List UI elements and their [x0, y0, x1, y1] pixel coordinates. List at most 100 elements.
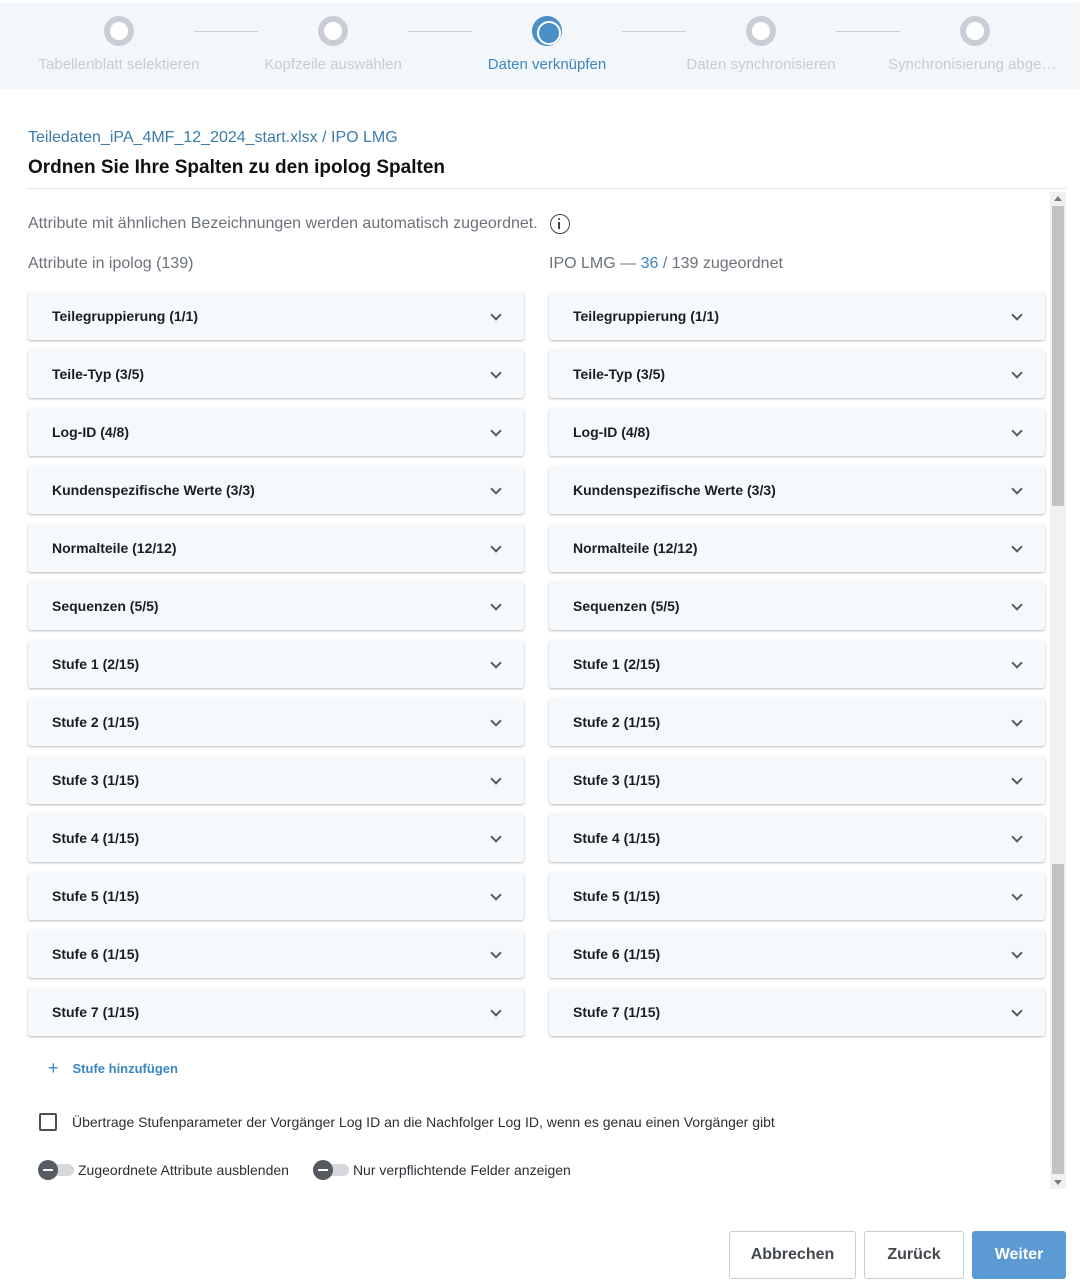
accordion-label: Stufe 5 (1/15) — [52, 888, 140, 904]
accordion-stufe-1[interactable]: Stufe 1 (2/15) — [28, 640, 524, 688]
accordion-stufe-3[interactable]: Stufe 3 (1/15) — [549, 756, 1045, 804]
accordion-stufe-2[interactable]: Stufe 2 (1/15) — [549, 698, 1045, 746]
accordion-label: Stufe 4 (1/15) — [52, 830, 140, 846]
accordion-stufe-6[interactable]: Stufe 6 (1/15) — [549, 930, 1045, 978]
back-button[interactable]: Zurück — [864, 1231, 964, 1279]
accordion-stufe-2[interactable]: Stufe 2 (1/15) — [28, 698, 524, 746]
accordion-label: Stufe 6 (1/15) — [573, 946, 661, 962]
chevron-down-icon — [1011, 599, 1023, 611]
accordion-label: Teilegruppierung (1/1) — [573, 308, 719, 324]
right-heading-suffix: / 139 zugeordnet — [662, 255, 783, 272]
accordion-kundenspezifische-werte[interactable]: Kundenspezifische Werte (3/3) — [549, 466, 1045, 514]
step-label: Synchronisierung abgeschlossen — [888, 56, 1070, 73]
accordion-teilegruppierung[interactable]: Teilegruppierung (1/1) — [28, 292, 524, 340]
scroll-up-icon[interactable] — [1054, 196, 1062, 201]
accordion-normalteile[interactable]: Normalteile (12/12) — [28, 524, 524, 572]
accordion-normalteile[interactable]: Normalteile (12/12) — [549, 524, 1045, 572]
hide-assigned-label: Zugeordnete Attribute ausblenden — [78, 1162, 289, 1178]
accordion-kundenspezifische-werte[interactable]: Kundenspezifische Werte (3/3) — [28, 466, 524, 514]
step-label: Daten synchronisieren — [686, 56, 836, 73]
accordion-stufe-7[interactable]: Stufe 7 (1/15) — [549, 988, 1045, 1036]
step-select-sheet: Tabellenblatt selektieren — [24, 3, 214, 73]
required-only-toggle[interactable] — [312, 1160, 349, 1180]
chevron-down-icon — [1011, 947, 1023, 959]
chevron-down-icon — [490, 831, 502, 843]
content-scrollbar[interactable] — [1050, 192, 1066, 1189]
accordion-teile-typ[interactable]: Teile-Typ (3/5) — [28, 350, 524, 398]
step-label: Daten verknüpfen — [487, 56, 607, 73]
accordion-label: Sequenzen (5/5) — [573, 598, 680, 614]
step-sync-complete: Synchronisierung abgeschlossen — [880, 3, 1070, 73]
accordion-label: Kundenspezifische Werte (3/3) — [573, 482, 776, 498]
step-label: Tabellenblatt selektieren — [38, 56, 200, 73]
assigned-count: 36 — [640, 255, 659, 272]
accordion-stufe-5[interactable]: Stufe 5 (1/15) — [549, 872, 1045, 920]
chevron-down-icon — [490, 715, 502, 727]
step-circle-icon — [960, 16, 990, 46]
info-icon[interactable] — [549, 214, 570, 234]
chevron-down-icon — [490, 483, 502, 495]
add-stage-button[interactable]: + Stufe hinzufügen — [48, 1058, 178, 1079]
transfer-stage-params-checkbox[interactable] — [39, 1113, 57, 1131]
chevron-down-icon — [1011, 483, 1023, 495]
step-circle-icon — [104, 16, 134, 46]
transfer-stage-params-option: Übertrage Stufenparameter der Vorgänger … — [39, 1113, 775, 1131]
accordion-label: Kundenspezifische Werte (3/3) — [52, 482, 255, 498]
accordion-stufe-7[interactable]: Stufe 7 (1/15) — [28, 988, 524, 1036]
chevron-down-icon — [490, 773, 502, 785]
accordion-label: Teile-Typ (3/5) — [52, 366, 145, 382]
accordion-stufe-4[interactable]: Stufe 4 (1/15) — [28, 814, 524, 862]
cancel-button[interactable]: Abbrechen — [729, 1231, 856, 1279]
accordion-teilegruppierung[interactable]: Teilegruppierung (1/1) — [549, 292, 1045, 340]
accordion-label: Log-ID (4/8) — [52, 424, 129, 440]
breadcrumb: Teiledaten_iPA_4MF_12_2024_start.xlsx / … — [28, 129, 398, 146]
chevron-down-icon — [1011, 309, 1023, 321]
chevron-down-icon — [490, 599, 502, 611]
header-divider — [28, 188, 1066, 189]
accordion-label: Normalteile (12/12) — [52, 540, 177, 556]
step-circle-active-icon — [532, 16, 562, 46]
accordion-label: Stufe 6 (1/15) — [52, 946, 140, 962]
accordion-sequenzen[interactable]: Sequenzen (5/5) — [28, 582, 524, 630]
step-link-data: Daten verknüpfen — [452, 3, 642, 73]
accordion-label: Stufe 2 (1/15) — [52, 714, 140, 730]
step-select-header: Kopfzeile auswählen — [238, 3, 428, 73]
left-attribute-groups: Teilegruppierung (1/1) Teile-Typ (3/5) L… — [28, 292, 524, 1046]
accordion-label: Stufe 1 (2/15) — [52, 656, 140, 672]
accordion-label: Log-ID (4/8) — [573, 424, 650, 440]
chevron-down-icon — [490, 425, 502, 437]
accordion-label: Normalteile (12/12) — [573, 540, 698, 556]
chevron-down-icon — [1011, 889, 1023, 901]
accordion-stufe-4[interactable]: Stufe 4 (1/15) — [549, 814, 1045, 862]
accordion-stufe-6[interactable]: Stufe 6 (1/15) — [28, 930, 524, 978]
minus-icon — [38, 1160, 58, 1180]
accordion-sequenzen[interactable]: Sequenzen (5/5) — [549, 582, 1045, 630]
accordion-teile-typ[interactable]: Teile-Typ (3/5) — [549, 350, 1045, 398]
accordion-stufe-3[interactable]: Stufe 3 (1/15) — [28, 756, 524, 804]
accordion-label: Stufe 1 (2/15) — [573, 656, 661, 672]
scroll-down-icon[interactable] — [1054, 1180, 1062, 1185]
plus-icon: + — [48, 1058, 59, 1078]
accordion-log-id[interactable]: Log-ID (4/8) — [549, 408, 1045, 456]
chevron-down-icon — [490, 367, 502, 379]
chevron-down-icon — [490, 1005, 502, 1017]
right-attribute-groups: Teilegruppierung (1/1) Teile-Typ (3/5) L… — [549, 292, 1045, 1046]
chevron-down-icon — [1011, 657, 1023, 669]
minus-icon — [312, 1160, 333, 1180]
accordion-label: Stufe 5 (1/15) — [573, 888, 661, 904]
accordion-stufe-1[interactable]: Stufe 1 (2/15) — [549, 640, 1045, 688]
hide-assigned-toggle[interactable] — [38, 1160, 74, 1180]
chevron-down-icon — [490, 309, 502, 321]
right-heading-prefix: IPO LMG — — [549, 255, 637, 272]
scrollbar-thumb[interactable] — [1052, 206, 1064, 506]
chevron-down-icon — [490, 947, 502, 959]
accordion-label: Stufe 3 (1/15) — [573, 772, 661, 788]
next-button[interactable]: Weiter — [972, 1231, 1066, 1279]
chevron-down-icon — [1011, 425, 1023, 437]
accordion-label: Stufe 7 (1/15) — [573, 1004, 661, 1020]
accordion-label: Stufe 4 (1/15) — [573, 830, 661, 846]
auto-assign-info: Attribute mit ähnlichen Bezeichnungen we… — [28, 214, 570, 234]
accordion-stufe-5[interactable]: Stufe 5 (1/15) — [28, 872, 524, 920]
accordion-log-id[interactable]: Log-ID (4/8) — [28, 408, 524, 456]
scrollbar-thumb[interactable] — [1052, 864, 1064, 1174]
